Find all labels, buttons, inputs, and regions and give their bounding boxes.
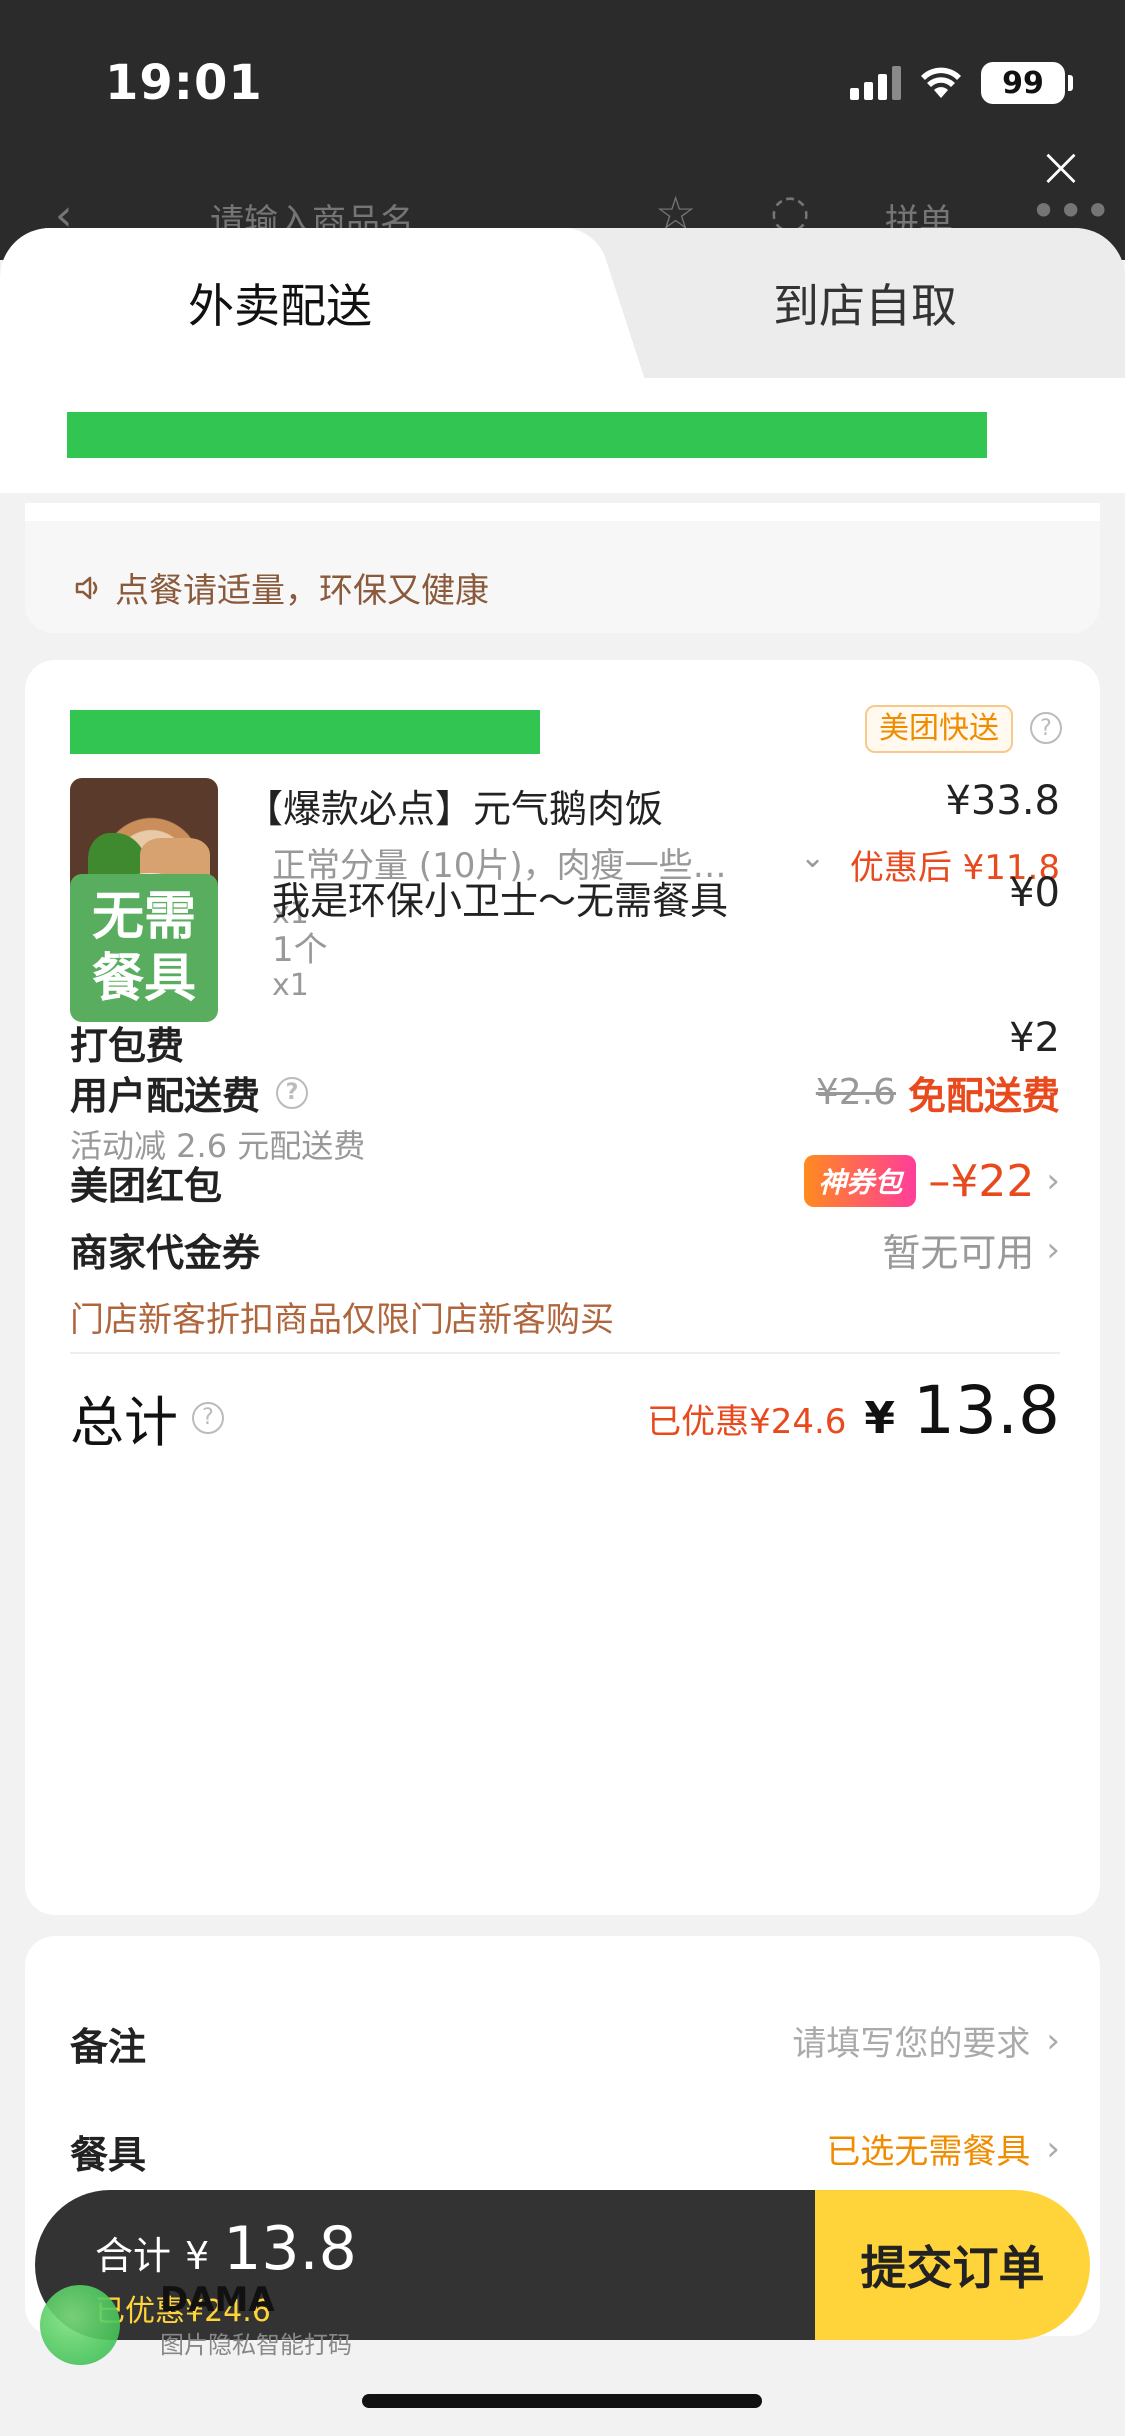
status-time: 19:01: [105, 55, 263, 111]
help-icon[interactable]: ?: [1030, 712, 1062, 744]
remark-placeholder: 请填写您的要求: [792, 2024, 1031, 2064]
signal-icon: [850, 66, 901, 100]
watermark-title: DAMA: [160, 2280, 275, 2320]
delivery-fee-label: 用户配送费: [70, 1074, 261, 1118]
total-amount: 13.8: [913, 1372, 1060, 1449]
total-value: 已优惠¥24.6 ¥ 13.8: [647, 1372, 1060, 1449]
merchant-coupon-value: 暂无可用: [882, 1231, 1035, 1275]
battery-icon: 99: [981, 62, 1073, 104]
help-icon[interactable]: ?: [276, 1076, 309, 1109]
item-qty: x1: [272, 968, 309, 1003]
help-icon[interactable]: ?: [192, 1401, 224, 1434]
checkout-total-label: 合计: [95, 2234, 172, 2278]
wifi-icon: [919, 66, 963, 100]
order-sheet: 外卖配送 到店自取 点餐请适量，环保又健康 美团快送 ? 【爆款必点】元气鹅肉饭…: [0, 228, 1125, 2436]
tableware-label: 餐具: [70, 2133, 147, 2177]
divider: [70, 1352, 1060, 1354]
remark-label: 备注: [70, 2025, 147, 2069]
delivery-fee-final: 免配送费: [907, 1074, 1060, 1118]
delivery-badge: 美团快送: [865, 705, 1013, 753]
notice: 点餐请适量，环保又健康: [73, 563, 489, 612]
new-customer-note: 门店新客折扣商品仅限门店新客购买: [70, 1300, 614, 1340]
watermark-logo: [40, 2285, 120, 2365]
total-label: 总计 ?: [70, 1378, 224, 1457]
merchant-coupon-label: 商家代金券: [70, 1231, 261, 1275]
chevron-right-icon: ›: [1046, 1161, 1060, 1201]
item-price: ¥33.8: [945, 778, 1060, 824]
merchant-coupon-row[interactable]: 商家代金券 暂无可用 ›: [70, 1222, 1060, 1282]
notice-text: 点餐请适量，环保又健康: [115, 571, 489, 611]
tableware-row[interactable]: 餐具 已选无需餐具 ›: [70, 2124, 1060, 2184]
address-section[interactable]: [0, 378, 1125, 493]
shop-name-redacted-bar: [70, 710, 540, 754]
tab-pickup[interactable]: 到店自取: [620, 228, 1110, 378]
status-icons: 99: [850, 62, 1073, 104]
red-packet-label: 美团红包: [70, 1164, 223, 1208]
home-indicator[interactable]: [362, 2394, 762, 2408]
tab-delivery[interactable]: 外卖配送: [0, 228, 560, 378]
speaker-icon: [75, 576, 98, 599]
packing-fee-label: 打包费: [70, 1024, 185, 1068]
delivery-fee-original: ¥2.6: [815, 1072, 896, 1113]
red-packet-row[interactable]: 美团红包 神券包 –¥22 ›: [70, 1155, 1060, 1215]
checkout-amount: 13.8: [223, 2214, 357, 2284]
red-packet-value: –¥22: [928, 1155, 1035, 1207]
address-redacted-bar: [67, 412, 987, 458]
tab-bar: 外卖配送 到店自取: [0, 228, 1125, 378]
tableware-value: 已选无需餐具: [826, 2132, 1031, 2172]
checkout-summary: 合计 ¥ 13.8 已优惠¥24.6: [35, 2190, 815, 2340]
checkout-currency: ¥: [185, 2234, 210, 2278]
total-currency: ¥: [864, 1393, 896, 1444]
packing-fee-value: ¥2: [1009, 1015, 1060, 1061]
chevron-right-icon: ›: [1046, 2128, 1060, 2169]
delivery-fee-row: 用户配送费 ? 活动减 2.6 元配送费 ¥2.6 免配送费: [70, 1065, 1060, 1165]
order-item: 无需 餐具 我是环保小卫士～无需餐具 1个 x1 ¥0: [70, 870, 1060, 1022]
order-confirm-page: 19:01 99 ‹ 请输入商品名 ☆ ◌ 拼单 ••• × 外卖配送 到店自取…: [0, 0, 1125, 2436]
item-name: 我是环保小卫士～无需餐具: [272, 879, 729, 923]
chevron-right-icon: ›: [1046, 2020, 1060, 2061]
total-discount: 已优惠¥24.6: [647, 1402, 847, 1442]
notice-card: 点餐请适量，环保又健康: [25, 503, 1100, 633]
close-icon[interactable]: ×: [1033, 140, 1089, 196]
item-price: ¥0: [1009, 870, 1060, 916]
coupon-pack-tag: 神券包: [804, 1155, 917, 1207]
remark-row[interactable]: 备注 请填写您的要求 ›: [70, 2016, 1060, 2076]
submit-order-button[interactable]: 提交订单: [815, 2190, 1090, 2340]
watermark-subtitle: 图片隐私智能打码: [160, 2331, 352, 2359]
item-name: 【爆款必点】元气鹅肉饭: [245, 787, 664, 831]
no-tableware-image: 无需 餐具: [70, 874, 218, 1022]
chevron-right-icon: ›: [1046, 1229, 1060, 1270]
order-card: 美团快送 ? 【爆款必点】元气鹅肉饭 正常分量 (10片)，肉瘦一些… x1 ¥…: [25, 660, 1100, 1915]
item-spec: 1个: [272, 930, 328, 970]
status-area: 19:01 99 ‹ 请输入商品名 ☆ ◌ 拼单 •••: [0, 0, 1125, 260]
